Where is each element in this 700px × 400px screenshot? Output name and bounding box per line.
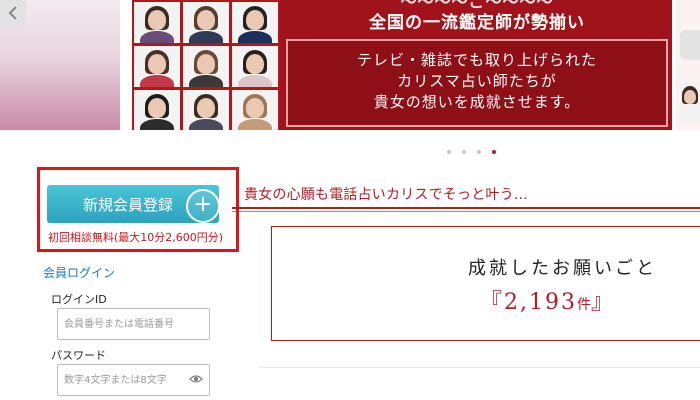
plus-icon[interactable]: +: [186, 189, 220, 223]
password-label: パスワード: [51, 349, 106, 362]
fortune-teller-photo: [232, 46, 278, 87]
banner-headline: 全国の一流鑑定師が勢揃い: [369, 13, 585, 33]
fortune-teller-photo: [183, 90, 229, 130]
banner-line: カリスマ占い師たちが: [397, 72, 557, 90]
fortune-teller-photo: [134, 2, 180, 43]
carousel-dot[interactable]: [477, 150, 481, 154]
fortune-teller-photo: [134, 46, 180, 87]
register-button-label: 新規会員登録: [83, 195, 174, 214]
banner-line: 貴女の想いを成就させます。: [373, 93, 581, 111]
banner-message-box: テレビ・雑誌でも取り上げられた カリスマ占い師たちが 貴女の想いを成就させます。: [286, 39, 668, 127]
hero-banner[interactable]: 〜〜〜〜ご〜〜〜〜 全国の一流鑑定師が勢揃い テレビ・雑誌でも取り上げられた カ…: [132, 0, 672, 130]
banner-line: テレビ・雑誌でも取り上げられた: [356, 51, 597, 69]
fortune-teller-photo: [183, 46, 229, 87]
carousel-dot[interactable]: [462, 150, 466, 154]
carousel-dot-active[interactable]: [492, 150, 496, 154]
tagline-divider-thin: [232, 211, 700, 212]
next-slide-preview[interactable]: [676, 0, 700, 130]
eye-icon[interactable]: [189, 374, 203, 384]
fortune-teller-photo: [134, 90, 180, 130]
banner-headline-area: 〜〜〜〜ご〜〜〜〜 全国の一流鑑定師が勢揃い: [282, 0, 672, 36]
fortune-teller-photo: [183, 2, 229, 43]
count-open-bracket: 『: [480, 290, 505, 315]
fortune-teller-photo: [680, 82, 700, 122]
carousel-prev-button[interactable]: [0, 0, 26, 26]
count-unit: 件: [577, 297, 591, 313]
tagline: 貴女の心願も電話占いカリスでそっと叶う…: [244, 187, 528, 203]
count-value: 2,193: [504, 290, 577, 315]
wishes-granted-count: 『2,193件』: [480, 284, 615, 316]
carousel-next-button[interactable]: [680, 30, 700, 60]
count-close-bracket: 』: [591, 290, 616, 315]
wishes-granted-title: 成就したお願いごと: [468, 258, 657, 279]
tagline-divider: [232, 207, 700, 209]
free-consultation-note: 初回相談無料(最大10分2,600円分): [48, 231, 224, 244]
carousel-dot[interactable]: [447, 150, 451, 154]
banner-cut-text: 〜〜〜〜ご〜〜〜〜: [400, 0, 554, 11]
carousel-dots: [447, 150, 496, 154]
fortune-teller-photo: [232, 90, 278, 130]
login-id-input[interactable]: [57, 308, 210, 340]
section-divider: [259, 367, 700, 368]
member-login-heading[interactable]: 会員ログイン: [43, 264, 115, 281]
password-input[interactable]: [57, 364, 210, 396]
banner-copy: 〜〜〜〜ご〜〜〜〜 全国の一流鑑定師が勢揃い テレビ・雑誌でも取り上げられた カ…: [282, 0, 672, 130]
fortune-teller-photo-grid: [132, 0, 280, 130]
chevron-left-icon: [8, 6, 17, 20]
login-id-label: ログインID: [51, 293, 107, 306]
fortune-teller-photo: [232, 2, 278, 43]
